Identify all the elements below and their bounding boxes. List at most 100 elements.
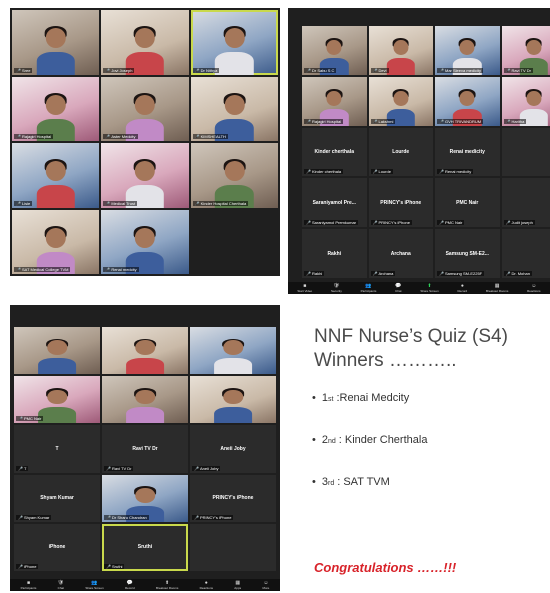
participant-tile[interactable]: PMC Nair 🎤PMC Nair [435, 178, 500, 228]
participant-display-name: Saraniyamol Pre... [312, 199, 356, 206]
participant-tile[interactable]: 🎤Dr Nithya [190, 10, 278, 75]
toolbar-start-video-button[interactable]: ■ Start Video [297, 283, 312, 293]
toolbar-label: More [262, 585, 270, 590]
winner-rank-suffix: nd [327, 438, 336, 445]
participant-name-label: 🎤Jovi Joseph [103, 67, 135, 73]
participant-display-name: iPhone [48, 544, 66, 551]
participant-tile[interactable]: 🎤Lakshmi [368, 76, 433, 126]
toolbar-breakout-rooms-button[interactable]: ▦ Breakout Rooms [486, 283, 508, 293]
toolbar-label: Breakout Rooms [155, 585, 179, 590]
participant-tile[interactable]: PRINCY's iPhone 🎤PRINCY's iPhone [190, 474, 276, 522]
participant-tile[interactable]: Saraniyamol Pre... 🎤Saraniyamol Premkumar [302, 178, 367, 228]
toolbar-apps-button[interactable]: ▦ Apps [234, 580, 241, 590]
zoom-screenshot-1: 🎤Sree 🎤Jovi Joseph 🎤Dr Nithya 🎤Rajagiri Hos… [10, 8, 280, 276]
participant-tile[interactable]: 🎤SAT Medical College TVM [12, 209, 100, 274]
toolbar-share-screen-button[interactable]: ⬆ Share Screen [420, 283, 438, 293]
participant-name-label: 🎤PRINCY's iPhone [192, 514, 234, 520]
toolbar-reactions-button[interactable]: ☺ Reactions [527, 283, 540, 293]
participant-tile[interactable]: 🎤Judit joseph [501, 178, 550, 228]
muted-mic-icon: 🎤 [16, 267, 21, 272]
toolbar-label: Chat [395, 288, 402, 293]
participant-name: Shyam Kumar [23, 514, 50, 520]
participant-name-label: 🎤PMC Nair [437, 220, 465, 226]
participant-tile[interactable]: Kinder cherthala 🎤Kinder cherthala [302, 127, 367, 177]
participant-tile[interactable]: 🎤GVH TRIVANDRUM [435, 76, 500, 126]
participant-tile[interactable]: 🎤PMC Nair [14, 376, 100, 424]
participant-tile[interactable]: 🎤Dr Sharu Chandran [102, 474, 188, 522]
participant-tile[interactable]: 🎤Kinder Hospital Cherthala [190, 143, 278, 208]
participant-tile[interactable] [501, 127, 550, 177]
winner-name: : SAT TVM [337, 476, 390, 488]
participant-tile[interactable]: Rakhi 🎤Rakhi [302, 229, 367, 278]
muted-mic-icon: 🎤 [18, 564, 23, 569]
participant-tile[interactable]: iPhone 🎤iPhone [14, 523, 100, 571]
participant-tile[interactable] [190, 327, 276, 375]
participant-tile[interactable]: Lourde 🎤Lourde [368, 127, 433, 177]
participant-name: SAT Medical College TVM [21, 267, 69, 272]
participant-tile[interactable]: 🎤Lisie [12, 143, 100, 208]
participant-tile[interactable]: T 🎤T [14, 425, 100, 473]
toolbar-participants-button[interactable]: 👥 Participants [361, 283, 377, 293]
toolbar-record-button[interactable]: ● Record [458, 283, 468, 293]
participant-tile[interactable]: Aneii Joby 🎤Aneii Joby [190, 425, 276, 473]
toolbar-chat-button[interactable]: 🛡 Chat [58, 580, 64, 590]
toolbar-share-screen-button[interactable]: 👥 Share Screen [85, 580, 103, 590]
participant-tile[interactable]: Archana 🎤Archana [368, 229, 433, 278]
participant-tile[interactable] [190, 523, 276, 571]
participant-tile[interactable] [190, 376, 276, 424]
participant-tile[interactable]: 🎤Dr. Mohan [501, 229, 550, 278]
participant-tile[interactable]: 🎤Rajagiri Hospital [12, 76, 100, 141]
participant-name: Haritha [511, 118, 525, 124]
participant-tile[interactable]: 🎤Dr Sabu S C [302, 26, 367, 75]
participant-tile[interactable]: PRINCY's iPhone 🎤PRINCY's iPhone [368, 178, 433, 228]
participant-tile[interactable]: Renai medicity 🎤Renai medicity [435, 127, 500, 177]
muted-mic-icon: 🎤 [439, 118, 444, 124]
participant-tile[interactable]: 🎤Renai medcity [101, 209, 189, 274]
meeting-toolbar-2: ■ Start Video 🛡 Security 👥 Participants 💬 Chat ⬆… [288, 282, 550, 294]
participant-tile[interactable]: Sruthi 🎤Sruthi [102, 523, 188, 571]
participant-tile[interactable]: Samsung SM-E2... 🎤Samsung SM-E225F [435, 229, 500, 278]
winner-name: :Renai Medcity [336, 392, 410, 404]
participant-name: Dr. Mohan [511, 270, 530, 276]
toolbar-reactions-button[interactable]: ● Reactions [200, 580, 213, 590]
participant-tile[interactable] [102, 376, 188, 424]
congratulations-text: Congratulations ……!!! [314, 560, 457, 575]
muted-mic-icon: 🎤 [306, 67, 311, 73]
participant-tile[interactable]: 🎤Haritha [501, 76, 550, 126]
toolbar-participants-button[interactable]: ■ Participants [21, 580, 37, 590]
participant-tile[interactable] [14, 327, 100, 375]
toolbar-breakout-rooms-button[interactable]: ⬆ Breakout Rooms [155, 580, 179, 590]
participant-tile[interactable]: 🎤Mar Sleeva medicity [435, 26, 500, 75]
participant-tile[interactable] [102, 327, 188, 375]
participant-tile[interactable]: 🎤Jovi Joseph [101, 10, 189, 75]
participant-tile[interactable]: 🎤Devi [368, 26, 433, 75]
participant-tile[interactable]: 🎤Sree [12, 10, 100, 75]
participant-name-label: 🎤Dr Sabu S C [304, 67, 337, 73]
participant-display-name: PMC Nair [456, 199, 479, 206]
toolbar-chat-button[interactable]: 💬 Chat [395, 283, 402, 293]
participant-name-label: 🎤Dr. Mohan [503, 270, 532, 276]
muted-mic-icon: 🎤 [505, 220, 511, 226]
participant-name-label: 🎤Judit joseph [503, 220, 535, 226]
toolbar-security-button[interactable]: 🛡 Security [331, 283, 342, 293]
muted-mic-icon: 🎤 [105, 200, 111, 206]
muted-mic-icon: 🎤 [106, 465, 111, 471]
participant-name-label: 🎤Ravi TV Dr [503, 67, 533, 73]
participant-tile[interactable]: Shyam Kumar 🎤Shyam Kumar [14, 474, 100, 522]
toolbar-record-button[interactable]: 💬 Record [125, 580, 135, 590]
participant-tile[interactable]: 🎤Aster Medcity [101, 76, 189, 141]
participant-tile[interactable]: Ravi TV Dr 🎤Ravi TV Dr [102, 425, 188, 473]
participant-name-label: 🎤Dr Sharu Chandran [104, 514, 149, 520]
toolbar-more-button[interactable]: ☺ More [262, 580, 270, 590]
participant-name: Dr Sharu Chandran [111, 514, 147, 520]
participant-tile[interactable]: 🎤Rajagiri Hospital [302, 76, 367, 126]
participant-tile[interactable]: 🎤KIMSHEALTH [190, 76, 278, 141]
muted-mic-icon: 🎤 [18, 514, 23, 520]
participant-name: PMC Nair [23, 416, 42, 422]
participant-tile[interactable]: 🎤Ravi TV Dr [501, 26, 550, 75]
participant-tile[interactable]: 🎤Medical Trust [101, 143, 189, 208]
participant-name-label: 🎤Lakshmi [370, 118, 396, 124]
participant-name: PMC Nair [444, 220, 463, 226]
muted-mic-icon: 🎤 [306, 270, 311, 276]
winner-rank-suffix: st [327, 396, 334, 403]
